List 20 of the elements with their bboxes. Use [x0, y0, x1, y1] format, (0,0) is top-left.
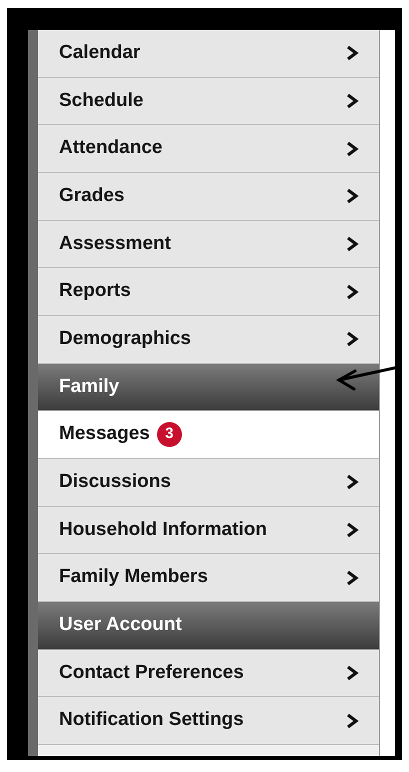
chevron-right-icon: [346, 236, 359, 252]
menu-item[interactable]: Household Information: [38, 506, 379, 554]
chevron-right-icon: [346, 140, 359, 157]
chevron-right-icon: [346, 570, 359, 586]
menu-item[interactable]: Schedule: [38, 78, 379, 126]
menu-item[interactable]: Messages 3: [38, 411, 379, 459]
menu-item[interactable]: Assessment: [38, 220, 379, 268]
chevron-right-icon: [346, 284, 359, 300]
chevron-right-icon: [346, 474, 359, 490]
chevron-right-icon: [346, 188, 359, 204]
chevron-right-icon: [346, 331, 359, 348]
chevron-right-icon: [346, 664, 359, 681]
count-badge: 3: [156, 422, 182, 448]
section-header: User Account: [38, 602, 379, 650]
chevron-right-icon: [346, 712, 359, 729]
chevron-right-icon: [346, 45, 359, 62]
chevron-right-icon: [346, 92, 359, 109]
menu-item[interactable]: Contact Preferences: [38, 650, 379, 698]
section-header: Family: [38, 364, 379, 412]
chevron-right-icon: [346, 522, 359, 538]
